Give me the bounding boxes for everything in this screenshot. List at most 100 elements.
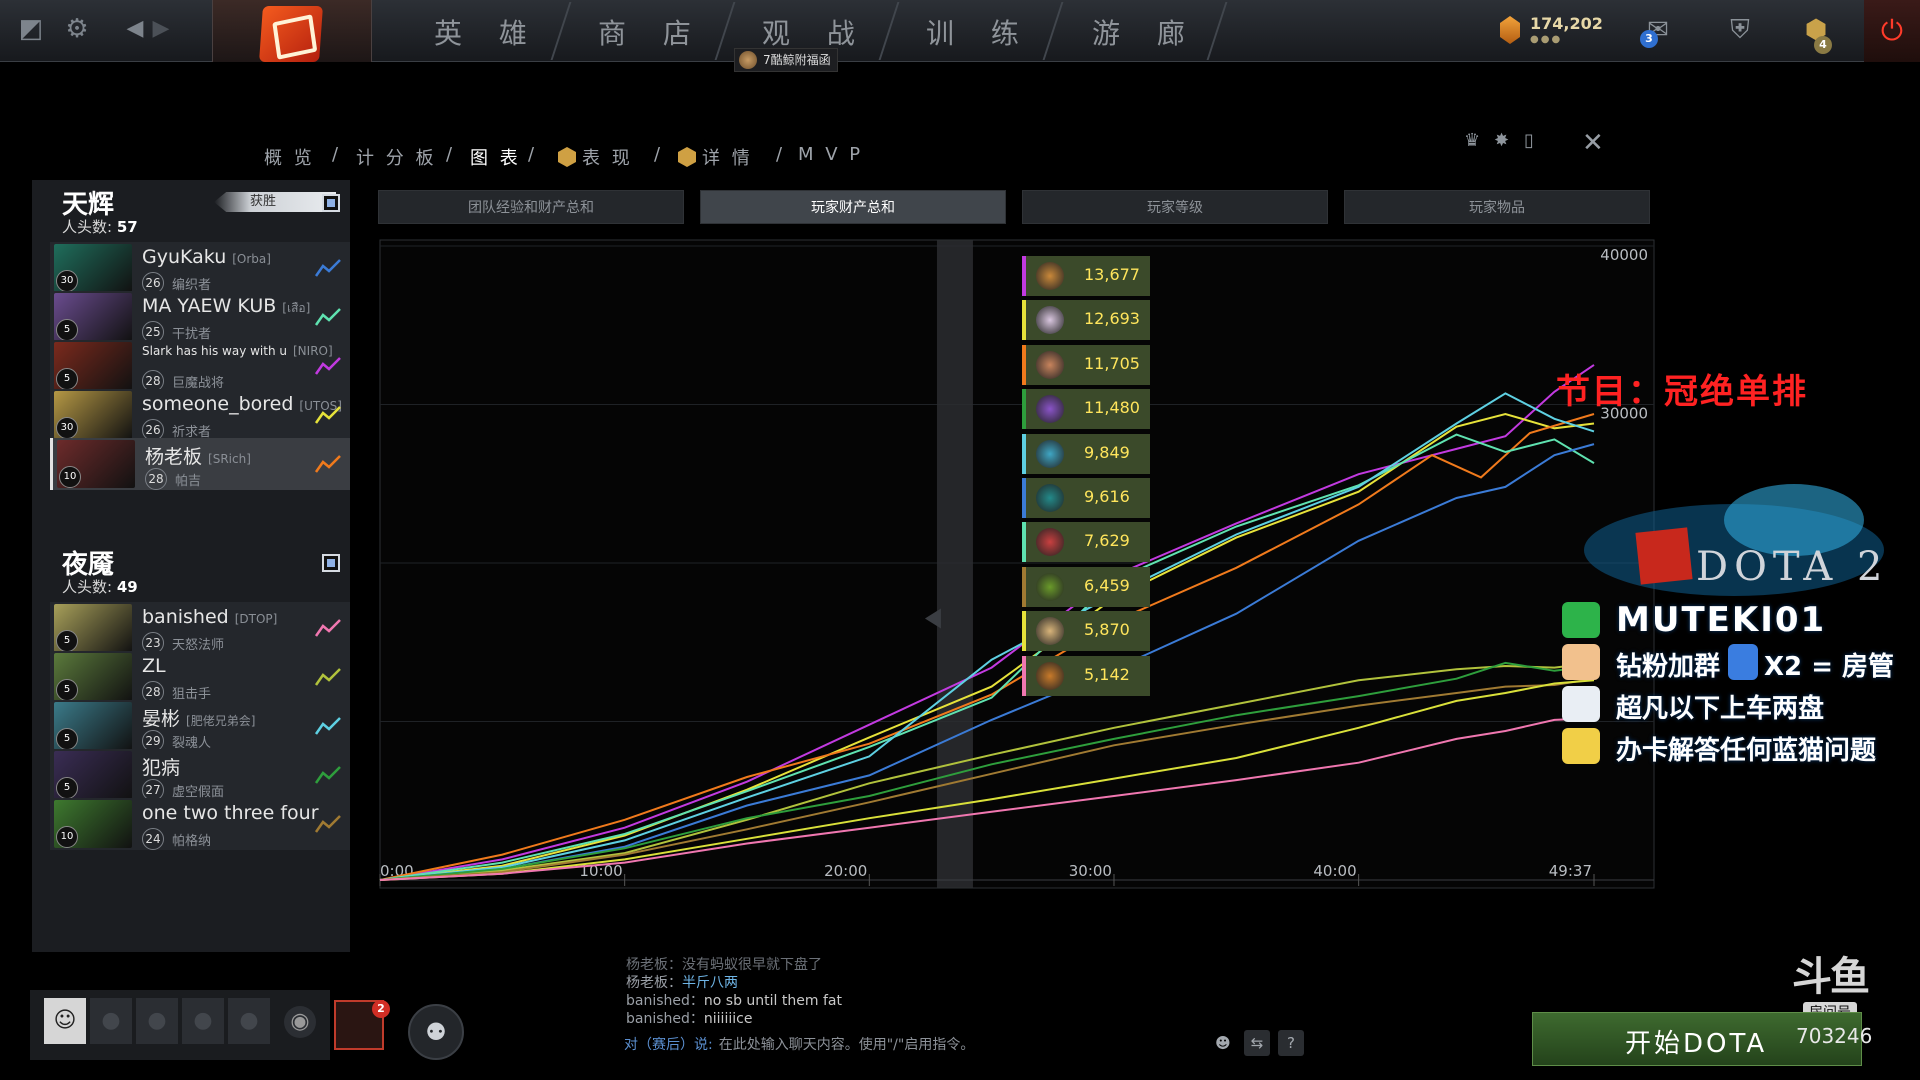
watch-badge[interactable]: 7酷鲸附福函 bbox=[734, 48, 838, 72]
currency-dots: ●●● bbox=[1530, 34, 1563, 45]
chart-background bbox=[379, 239, 1655, 889]
player-name: 晏彬 [肥佬兄弟会] bbox=[142, 704, 255, 731]
chart-tab-team-xp-gold[interactable]: 团队经验和财产总和 bbox=[378, 190, 684, 224]
chart-tab-player-gold[interactable]: 玩家财产总和 bbox=[700, 190, 1006, 224]
party-slot-empty[interactable]: ● bbox=[136, 998, 178, 1044]
crown-icon[interactable]: ♛ bbox=[1464, 130, 1480, 151]
graph-toggle-icon[interactable] bbox=[314, 714, 342, 738]
graph-toggle-icon[interactable] bbox=[314, 305, 342, 329]
chat-input[interactable]: 对（赛后）说: 在此处输入聊天内容。使用"/"启用指令。 bbox=[624, 1034, 974, 1054]
player-avatar[interactable]: ☺ bbox=[44, 998, 86, 1044]
y-tick-label: 40000 bbox=[1600, 246, 1648, 264]
badge-icon bbox=[739, 51, 757, 69]
tab-mvp[interactable]: M V P bbox=[798, 144, 863, 165]
hero-level-badge: 30 bbox=[56, 417, 78, 439]
hero-name: 帕吉 bbox=[175, 474, 202, 489]
player-name-text: Slark has his way with u bbox=[142, 344, 287, 358]
chat-channel-label[interactable]: 对（赛后）说: bbox=[624, 1037, 713, 1053]
tab-separator: / bbox=[654, 144, 664, 165]
graph-toggle-icon[interactable] bbox=[314, 763, 342, 787]
player-row[interactable]: 5 晏彬 [肥佬兄弟会] 29 裂魂人 bbox=[50, 700, 350, 752]
chart-tab-player-items[interactable]: 玩家物品 bbox=[1344, 190, 1650, 224]
player-row[interactable]: 10 one two three four 24 帕格纳 bbox=[50, 798, 350, 850]
forward-arrow-icon[interactable]: ▶ bbox=[144, 12, 178, 46]
hero-level-badge: 5 bbox=[56, 630, 78, 652]
party-slot-empty[interactable]: ● bbox=[182, 998, 224, 1044]
player-row[interactable]: 10 杨老板 [SRich] 28 帕吉 bbox=[50, 438, 350, 490]
chat-line: banished：niiiiiice bbox=[626, 1010, 1186, 1028]
dota-menu-icon[interactable]: ◩ bbox=[14, 12, 48, 46]
chat-wheel-icon[interactable]: ⇆ bbox=[1244, 1030, 1270, 1056]
fan-icon bbox=[1562, 644, 1600, 680]
currency-amount: 174,202 bbox=[1530, 14, 1603, 33]
gear-icon[interactable]: ⚙ bbox=[60, 12, 94, 46]
hero-mini-icon bbox=[1036, 661, 1064, 690]
gold-tooltip-row: 11,480 bbox=[1022, 389, 1150, 430]
tab-separator: / bbox=[446, 144, 456, 165]
hero-level-badge: 10 bbox=[59, 466, 81, 488]
gold-value: 5,870 bbox=[1084, 620, 1130, 640]
radiant-toggle[interactable] bbox=[322, 194, 340, 212]
emoji-icon[interactable]: ☻ bbox=[1210, 1030, 1236, 1056]
nav-separator bbox=[878, 2, 900, 60]
voice-icon[interactable]: ◉ bbox=[284, 1006, 316, 1038]
player-row[interactable]: 30 GyuKaku [Orba] 26 编织者 bbox=[50, 242, 350, 294]
gold-tooltip-row: 7,629 bbox=[1022, 522, 1150, 563]
dota-home-logo[interactable] bbox=[212, 0, 372, 62]
nav-arcade[interactable]: 游 廊 bbox=[1092, 12, 1199, 50]
dire-toggle[interactable] bbox=[322, 554, 340, 572]
hero-mini-icon bbox=[1036, 484, 1064, 512]
plus-hex-icon bbox=[678, 147, 696, 167]
party-slot-empty[interactable]: ● bbox=[228, 998, 270, 1044]
graph-toggle-icon[interactable] bbox=[314, 452, 342, 476]
stream-line-4: 办卡解答任何蓝猫问题 bbox=[1616, 736, 1877, 766]
close-icon[interactable]: ✕ bbox=[1582, 128, 1604, 158]
stream-line-2a: 钻粉加群 bbox=[1616, 652, 1721, 682]
player-row[interactable]: 5 犯病 27 虚空假面 bbox=[50, 749, 350, 801]
gold-value: 12,693 bbox=[1084, 309, 1140, 329]
help-icon[interactable]: ? bbox=[1278, 1030, 1304, 1056]
chat-message: no sb until them fat bbox=[703, 993, 842, 1009]
tab-scoreboard[interactable]: 计 分 板 bbox=[356, 144, 436, 170]
player-row[interactable]: 5 banished [DTOP] 23 天怒法师 bbox=[50, 602, 350, 654]
x-tick-label: 30:00 bbox=[1069, 862, 1112, 880]
party-slot-empty[interactable]: ● bbox=[90, 998, 132, 1044]
dire-header: 夜魇 人头数: 49 bbox=[32, 540, 350, 598]
player-name: 犯病 bbox=[142, 753, 186, 780]
tab-graphs[interactable]: 图 表 bbox=[470, 144, 521, 170]
chat-message: 半斤八两 bbox=[682, 975, 738, 991]
graph-toggle-icon[interactable] bbox=[314, 616, 342, 640]
hero-level-badge: 10 bbox=[56, 826, 78, 848]
nav-learn[interactable]: 训 练 bbox=[926, 12, 1033, 50]
chart-tab-player-level[interactable]: 玩家等级 bbox=[1022, 190, 1328, 224]
nav-heroes[interactable]: 英 雄 bbox=[434, 12, 541, 50]
player-name: ZL bbox=[142, 655, 172, 677]
graph-toggle-icon[interactable] bbox=[314, 403, 342, 427]
player-row[interactable]: 5 ZL 28 狙击手 bbox=[50, 651, 350, 703]
graph-toggle-icon[interactable] bbox=[314, 354, 342, 378]
player-name: MA YAEW KUB [เสือ] bbox=[142, 295, 310, 318]
hover-band bbox=[936, 240, 973, 888]
team-panel: 天辉 人头数: 57 获胜 30 GyuKaku [Orba] 26 编织者 5 MA YA… bbox=[32, 180, 350, 952]
player-row[interactable]: 5 Slark has his way with u [NIRO] 28 巨魔战将 bbox=[50, 340, 350, 392]
top-nav-bar: ◩ ⚙ ◀ ▶ 英 雄 商 店 观 战 训 练 游 廊 174,202 ●●● … bbox=[0, 0, 1920, 62]
nav-store[interactable]: 商 店 bbox=[598, 12, 705, 50]
player-row[interactable]: 5 MA YAEW KUB [เสือ] 25 干扰者 bbox=[50, 291, 350, 343]
graph-toggle-icon[interactable] bbox=[314, 665, 342, 689]
party-bar: ☺ ● ● ● ● ◉ bbox=[30, 990, 330, 1060]
nav-watch[interactable]: 观 战 bbox=[762, 12, 869, 50]
dota2-logo-text: DOTA 2 bbox=[1696, 544, 1888, 590]
tab-performance[interactable]: 表 现 bbox=[558, 144, 633, 170]
tab-performance-label: 表 现 bbox=[582, 148, 633, 169]
tab-details[interactable]: 详 情 bbox=[678, 144, 753, 170]
armory-icon[interactable]: ⛨ bbox=[1722, 12, 1758, 48]
bug-icon[interactable]: ✸ bbox=[1494, 130, 1509, 151]
tab-overview[interactable]: 概 览 bbox=[264, 144, 315, 170]
power-icon[interactable]: ⏻ bbox=[1864, 0, 1920, 62]
gold-chart[interactable]: 0:00 10:00 20:00 30:00 40:00 49:374000030000 bbox=[378, 236, 1658, 896]
player-row[interactable]: 30 someone_bored [UTOS] 26 祈求者 bbox=[50, 389, 350, 441]
graph-toggle-icon[interactable] bbox=[314, 256, 342, 280]
friends-icon[interactable]: ⚉ bbox=[408, 1004, 464, 1060]
tablet-icon[interactable]: ▯ bbox=[1524, 130, 1534, 151]
graph-toggle-icon[interactable] bbox=[314, 812, 342, 836]
